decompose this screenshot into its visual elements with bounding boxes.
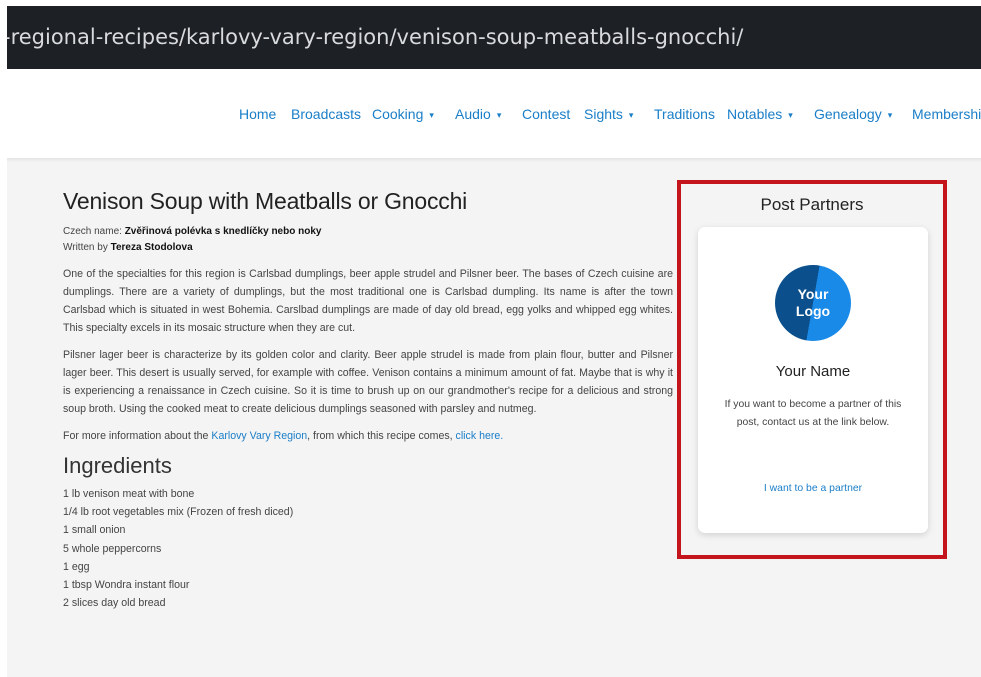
chevron-down-icon: ▾ <box>429 110 434 120</box>
partner-card: Your Logo Your Name If you want to becom… <box>698 227 928 533</box>
more-info-text-mid: , from which this recipe comes, <box>307 430 456 442</box>
nav-sights-label: Sights <box>584 106 623 122</box>
click-here-link[interactable]: click here. <box>456 430 504 442</box>
chevron-down-icon: ▾ <box>788 110 793 120</box>
logo-text-line2: Logo <box>795 303 831 319</box>
czech-name-line: Czech name: Zvěřinová polévka s knedlíčk… <box>63 224 673 240</box>
ingredients-list: 1 lb venison meat with bone 1/4 lb root … <box>63 485 673 612</box>
nav-contest-label: Contest <box>522 106 571 122</box>
beer-paragraph: Pilsner lager beer is characterize by it… <box>63 349 673 415</box>
page-title: Venison Soup with Meatballs or Gnocchi <box>63 188 468 214</box>
nav-traditions[interactable]: Traditions <box>654 106 715 122</box>
nav-contest[interactable]: Contest <box>522 106 570 122</box>
nav-cooking-label: Cooking <box>372 106 424 122</box>
become-partner-link[interactable]: I want to be a partner <box>698 483 928 494</box>
list-item: 1 tbsp Wondra instant flour <box>63 579 190 592</box>
intro-paragraph: One of the specialties for this region i… <box>63 268 673 334</box>
region-link[interactable]: Karlovy Vary Region <box>211 430 307 442</box>
partner-logo: Your Logo <box>775 265 851 341</box>
chevron-down-icon: ▾ <box>628 110 634 120</box>
partner-description: If you want to become a partner of this … <box>724 399 902 428</box>
recipe-meta: Czech name: Zvěřinová polévka s knedlíčk… <box>63 224 673 256</box>
author-line: Written by Tereza Stodolova <box>63 240 673 256</box>
nav-membership[interactable]: Membershi <box>912 106 981 122</box>
author-name: Tereza Stodolova <box>110 242 193 253</box>
list-item: 1 small onion <box>63 524 126 537</box>
recipe-article: Venison Soup with Meatballs or Gnocchi C… <box>63 188 673 612</box>
nav-home-label: Home <box>239 106 277 122</box>
list-item: 2 slices day old bread <box>63 597 166 610</box>
nav-home[interactable]: Home <box>239 106 276 122</box>
nav-notables-label: Notables <box>727 106 783 122</box>
more-info-paragraph: For more information about the Karlovy V… <box>63 427 673 445</box>
list-item: 5 whole peppercorns <box>63 542 162 555</box>
czech-name: Zvěřinová polévka s knedlíčky nebo noky <box>124 226 322 237</box>
nav-genealogy-label: Genealogy <box>814 106 882 122</box>
post-partners-widget: Post Partners Your Logo Your Name If you… <box>677 180 947 559</box>
partner-name: Your Name <box>775 363 851 380</box>
nav-audio-label: Audio <box>455 106 491 122</box>
list-item: 1/4 lb root vegetables mix (Frozen of fr… <box>63 506 294 519</box>
czech-name-label: Czech name: <box>63 226 125 237</box>
url-text: -regional-recipes/karlovy-vary-region/ve… <box>7 25 744 49</box>
main-nav: Home Broadcasts Cooking ▾ Audio ▾ Contest … <box>0 100 981 130</box>
address-bar[interactable]: -regional-recipes/karlovy-vary-region/ve… <box>7 6 981 69</box>
ingredients-heading: Ingredients <box>63 453 172 478</box>
nav-traditions-label: Traditions <box>654 106 715 122</box>
more-info-text: For more information about the <box>63 430 212 442</box>
nav-genealogy[interactable]: Genealogy ▾ <box>814 106 892 122</box>
list-item: 1 lb venison meat with bone <box>63 488 195 500</box>
nav-sights[interactable]: Sights ▾ <box>584 106 633 122</box>
nav-audio[interactable]: Audio ▾ <box>455 106 501 122</box>
chevron-down-icon: ▾ <box>496 110 502 120</box>
nav-membership-label: Membershi <box>912 106 981 122</box>
nav-notables[interactable]: Notables ▾ <box>727 106 793 122</box>
nav-cooking[interactable]: Cooking ▾ <box>372 106 434 122</box>
widget-title: Post Partners <box>760 195 864 214</box>
author-label: Written by <box>63 242 111 253</box>
logo-text-line1: Your <box>797 286 829 302</box>
chevron-down-icon: ▾ <box>887 110 893 120</box>
nav-broadcasts[interactable]: Broadcasts <box>291 106 361 122</box>
nav-broadcasts-label: Broadcasts <box>291 106 362 122</box>
list-item: 1 egg <box>63 560 90 573</box>
